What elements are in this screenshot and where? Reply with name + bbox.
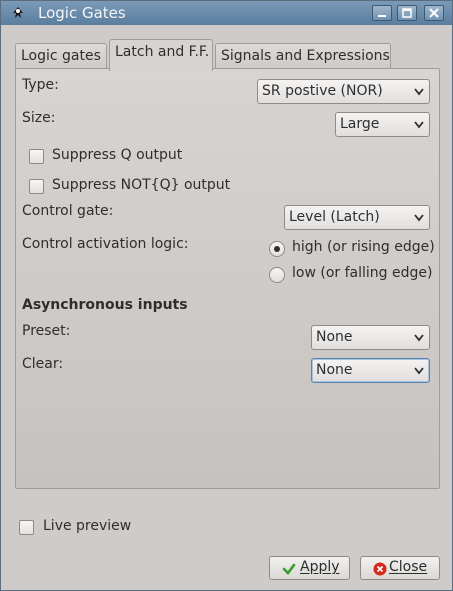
tab-logic-gates[interactable]: Logic gates: [15, 43, 107, 70]
maximize-icon: [402, 8, 412, 18]
control-gate-label: Control gate:: [22, 203, 114, 219]
control-gate-select[interactable]: Level (Latch): [284, 205, 430, 230]
type-select-value: SR postive (NOR): [262, 83, 383, 99]
radio-high-label[interactable]: high (or rising edge): [292, 239, 435, 255]
tab-latch-and-ff[interactable]: Latch and F.F.: [109, 39, 213, 71]
preset-select-value: None: [316, 329, 353, 345]
close-icon: [429, 8, 439, 18]
radio-high[interactable]: [269, 241, 285, 257]
control-gate-select-value: Level (Latch): [289, 209, 380, 225]
window-title: Logic Gates: [38, 4, 126, 22]
apply-button[interactable]: Apply: [269, 556, 350, 580]
minimize-button[interactable]: [372, 5, 392, 21]
radio-selected-dot: [274, 246, 280, 252]
checkmark-icon: [282, 563, 296, 575]
apply-button-label: Apply: [300, 559, 340, 575]
preset-label: Preset:: [22, 323, 71, 339]
suppress-not-q-checkbox[interactable]: [29, 179, 44, 194]
title-bar[interactable]: Logic Gates: [1, 1, 452, 25]
minimize-icon: [378, 15, 386, 17]
async-inputs-heading: Asynchronous inputs: [22, 297, 188, 313]
size-label: Size:: [22, 110, 56, 126]
chevron-down-icon: [414, 367, 424, 375]
suppress-q-label[interactable]: Suppress Q output: [52, 147, 182, 163]
clear-select-value: None: [316, 362, 353, 378]
inkscape-icon: [13, 7, 23, 18]
radio-low-label[interactable]: low (or falling edge): [292, 265, 432, 281]
live-preview-checkbox[interactable]: [19, 520, 34, 535]
clear-label: Clear:: [22, 356, 64, 372]
dialog-window: Logic Gates Logic gates Latch and F.F. S…: [0, 0, 453, 591]
type-select[interactable]: SR postive (NOR): [257, 79, 430, 104]
type-label: Type:: [22, 77, 59, 93]
chevron-down-icon: [414, 214, 424, 222]
preset-select[interactable]: None: [311, 325, 430, 350]
size-select[interactable]: Large: [335, 112, 430, 137]
radio-low[interactable]: [269, 267, 285, 283]
clear-select[interactable]: None: [311, 358, 430, 383]
chevron-down-icon: [414, 88, 424, 96]
tab-signals-and-expressions[interactable]: Signals and Expressions: [215, 43, 391, 70]
size-select-value: Large: [340, 116, 380, 132]
maximize-button[interactable]: [397, 5, 417, 21]
close-button[interactable]: Close: [360, 556, 440, 580]
control-logic-label: Control activation logic:: [22, 236, 189, 252]
live-preview-label[interactable]: Live preview: [43, 518, 131, 534]
chevron-down-icon: [414, 334, 424, 342]
suppress-not-q-label[interactable]: Suppress NOT{Q} output: [52, 177, 230, 193]
suppress-q-checkbox[interactable]: [29, 149, 44, 164]
close-window-button[interactable]: [424, 5, 444, 21]
close-button-label: Close: [389, 559, 428, 575]
chevron-down-icon: [414, 121, 424, 129]
close-circle-icon: [373, 562, 387, 576]
